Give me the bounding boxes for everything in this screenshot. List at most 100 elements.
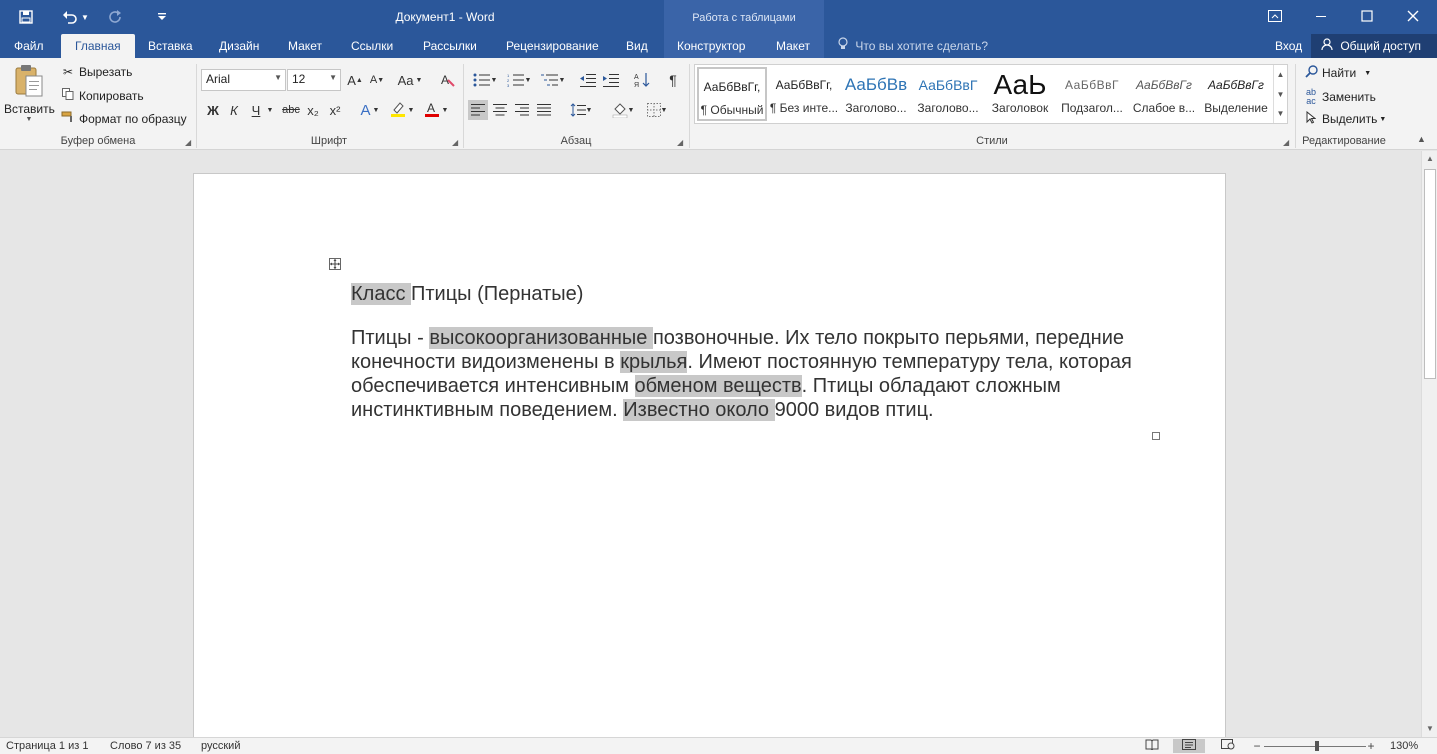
- multilevel-list-button[interactable]: ▼: [538, 70, 568, 90]
- underline-dropdown-icon[interactable]: ▼: [264, 100, 276, 120]
- format-painter-button[interactable]: Формат по образцу: [60, 111, 187, 126]
- styles-launcher-icon[interactable]: ◢: [1283, 138, 1289, 147]
- line-spacing-button[interactable]: ▼: [566, 100, 596, 120]
- style-heading-1[interactable]: АаБбВв Заголово...: [841, 67, 911, 121]
- style-subtitle[interactable]: АаБбВвГ Подзагол...: [1057, 67, 1127, 121]
- strikethrough-button[interactable]: abc: [281, 100, 301, 120]
- align-center-icon[interactable]: [490, 100, 510, 120]
- web-layout-icon[interactable]: [1217, 739, 1239, 753]
- scroll-up-icon[interactable]: ▲: [1422, 151, 1437, 167]
- show-formatting-marks-icon[interactable]: ¶: [663, 70, 683, 90]
- copy-button[interactable]: Копировать: [60, 88, 144, 103]
- tab-references[interactable]: Ссылки: [351, 34, 393, 58]
- shrink-font-icon[interactable]: A ▼: [367, 70, 387, 90]
- tab-view[interactable]: Вид: [626, 34, 648, 58]
- increase-indent-icon[interactable]: [601, 70, 621, 90]
- highlight-color-button[interactable]: ▼: [388, 100, 416, 120]
- style-heading-2[interactable]: АаБбВвГ Заголово...: [913, 67, 983, 121]
- chevron-down-icon: ▼: [1379, 115, 1387, 123]
- read-mode-icon[interactable]: [1141, 739, 1163, 753]
- font-color-button[interactable]: A ▼: [422, 100, 450, 120]
- undo-dropdown-icon[interactable]: ▼: [78, 6, 92, 28]
- replace-button[interactable]: ab ac Заменить: [1303, 88, 1376, 106]
- bullets-button[interactable]: ▼: [470, 70, 500, 90]
- tab-file[interactable]: Файл: [14, 34, 44, 58]
- paste-button[interactable]: Вставить ▼: [4, 62, 55, 128]
- style-no-spacing[interactable]: АаБбВвГг, ¶ Без инте...: [769, 67, 839, 121]
- line-spacing-icon: [570, 103, 586, 117]
- gallery-scroll-up-icon[interactable]: ▲: [1273, 65, 1287, 85]
- clear-formatting-icon[interactable]: A: [438, 70, 458, 90]
- underline-button[interactable]: Ч: [246, 100, 266, 120]
- save-icon[interactable]: [14, 6, 38, 28]
- decrease-indent-icon[interactable]: [578, 70, 598, 90]
- shading-button[interactable]: ▼: [608, 100, 638, 120]
- table-resize-handle[interactable]: [1152, 432, 1160, 440]
- sort-icon[interactable]: АЯ: [632, 70, 652, 90]
- zoom-in-icon[interactable]: +: [1360, 739, 1382, 753]
- text-run: 9000 видов птиц.: [774, 399, 934, 421]
- close-icon[interactable]: [1390, 0, 1436, 32]
- style-subtle-emphasis[interactable]: АаБбВвГг Слабое в...: [1129, 67, 1199, 121]
- cut-button[interactable]: ✂ Вырезать: [60, 65, 132, 79]
- page-count[interactable]: Страница 1 из 1: [6, 740, 88, 752]
- scroll-down-icon[interactable]: ▼: [1422, 721, 1437, 737]
- font-family-select[interactable]: Arial ▼: [201, 69, 286, 91]
- word-count[interactable]: Слово 7 из 35: [110, 740, 181, 752]
- customize-qat-icon[interactable]: [150, 6, 174, 28]
- find-button[interactable]: Найти ▼: [1303, 65, 1371, 81]
- highlighter-icon: [390, 101, 406, 120]
- clipboard-group-label: Буфер обмена: [60, 135, 136, 147]
- style-normal[interactable]: АаБбВвГг, ¶ Обычный: [697, 67, 767, 121]
- language-indicator[interactable]: русский: [201, 740, 240, 752]
- tab-insert[interactable]: Вставка: [148, 34, 193, 58]
- collapse-ribbon-icon[interactable]: ▲: [1417, 134, 1426, 144]
- table-move-handle-icon[interactable]: [329, 258, 341, 270]
- svg-text:3: 3: [507, 83, 510, 87]
- tell-me-search[interactable]: Что вы хотите сделать?: [838, 34, 988, 58]
- style-title[interactable]: АаЬ Заголовок: [985, 67, 1055, 121]
- superscript-button[interactable]: x²: [325, 100, 345, 120]
- tab-layout[interactable]: Макет: [288, 34, 322, 58]
- scrollbar-thumb[interactable]: [1424, 169, 1436, 379]
- font-launcher-icon[interactable]: ◢: [452, 138, 458, 147]
- font-size-select[interactable]: 12 ▼: [287, 69, 341, 91]
- style-name: Заголово...: [845, 101, 907, 115]
- print-layout-icon[interactable]: [1173, 739, 1205, 753]
- italic-button[interactable]: К: [224, 100, 244, 120]
- bold-button[interactable]: Ж: [203, 100, 223, 120]
- paste-dropdown-icon[interactable]: ▼: [4, 116, 54, 123]
- chevron-down-icon: ▼: [1364, 69, 1372, 77]
- document-text[interactable]: Класс Птицы (Пернатые) Птицы - высокоорг…: [351, 282, 1171, 422]
- share-button[interactable]: Общий доступ: [1311, 34, 1437, 58]
- tab-mailings[interactable]: Рассылки: [423, 34, 477, 58]
- style-emphasis[interactable]: АаБбВвГг Выделение: [1201, 67, 1271, 121]
- ribbon-display-options-icon[interactable]: [1252, 0, 1298, 32]
- gallery-scroll-down-icon[interactable]: ▼: [1273, 85, 1287, 105]
- sign-in-link[interactable]: Вход: [1275, 34, 1302, 58]
- document-page[interactable]: Класс Птицы (Пернатые) Птицы - высокоорг…: [193, 173, 1226, 737]
- maximize-icon[interactable]: [1344, 0, 1390, 32]
- minimize-icon[interactable]: [1298, 0, 1344, 32]
- tab-home[interactable]: Главная: [61, 34, 135, 58]
- tab-table-design[interactable]: Конструктор: [677, 34, 745, 58]
- clipboard-launcher-icon[interactable]: ◢: [185, 138, 191, 147]
- subscript-button[interactable]: x₂: [303, 100, 323, 120]
- change-case-button[interactable]: Aa ▼: [396, 70, 424, 90]
- tab-review[interactable]: Рецензирование: [506, 34, 599, 58]
- vertical-scrollbar[interactable]: ▲ ▼: [1421, 151, 1437, 737]
- zoom-level[interactable]: 130%: [1390, 740, 1418, 752]
- text-effects-button[interactable]: A ▼: [356, 100, 384, 120]
- gallery-more-icon[interactable]: ▼: [1273, 105, 1287, 123]
- borders-button[interactable]: ▼: [642, 100, 672, 120]
- paragraph-launcher-icon[interactable]: ◢: [677, 138, 683, 147]
- tab-table-layout[interactable]: Макет: [776, 34, 810, 58]
- zoom-slider-thumb[interactable]: [1315, 741, 1320, 751]
- numbering-button[interactable]: 1 2 3 ▼: [504, 70, 534, 90]
- align-right-icon[interactable]: [512, 100, 532, 120]
- tab-design[interactable]: Дизайн: [219, 34, 259, 58]
- align-left-icon[interactable]: [468, 100, 488, 120]
- select-button[interactable]: Выделить ▼: [1303, 110, 1387, 127]
- grow-font-icon[interactable]: A ▲: [345, 70, 365, 90]
- justify-icon[interactable]: [534, 100, 554, 120]
